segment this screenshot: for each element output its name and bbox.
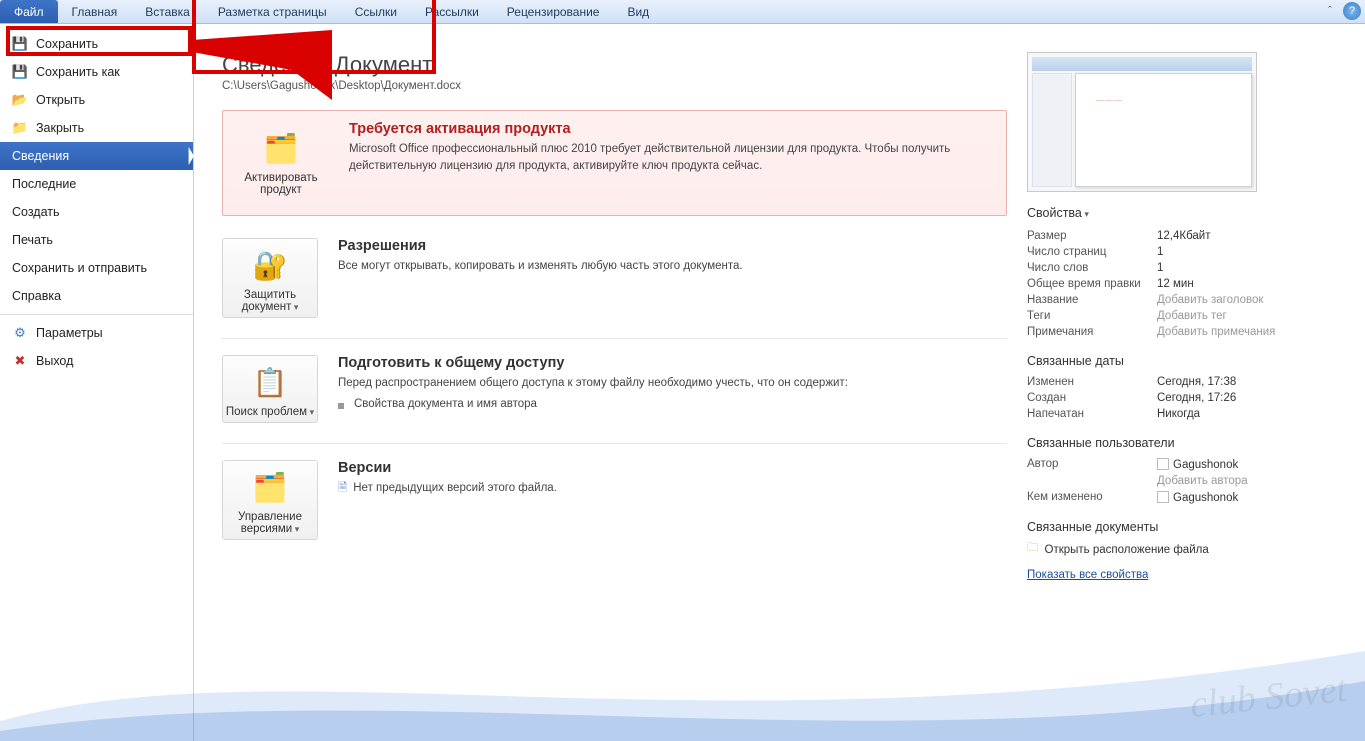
property-row[interactable]: НазваниеДобавить заголовок: [1027, 292, 1337, 308]
prepare-share-section: 📋 Поиск проблем Подготовить к общему дос…: [222, 339, 1007, 444]
activation-text: Microsoft Office профессиональный плюс 2…: [349, 141, 990, 174]
permissions-title: Разрешения: [338, 238, 1007, 254]
ribbon-tab-insert[interactable]: Вставка: [131, 0, 204, 23]
sidebar-item-print[interactable]: Печать: [0, 226, 193, 254]
sidebar-separator: [0, 314, 193, 315]
related-docs-header: Связанные документы: [1027, 520, 1337, 534]
open-file-location-link[interactable]: 🗀Открыть расположение файла: [1027, 540, 1337, 559]
ribbon-tab-home[interactable]: Главная: [58, 0, 132, 23]
save-icon: 💾: [12, 36, 28, 52]
folder-icon: 🗀: [1027, 540, 1039, 559]
sidebar-item-label: Открыть: [36, 93, 85, 107]
permissions-text: Все могут открывать, копировать и изменя…: [338, 258, 1007, 275]
date-row: СозданСегодня, 17:26: [1027, 390, 1337, 406]
activate-icon: 🗂️: [261, 128, 301, 168]
property-row[interactable]: ПримечанияДобавить примечания: [1027, 324, 1337, 340]
property-row[interactable]: ТегиДобавить тег: [1027, 308, 1337, 324]
ribbon-tab-references[interactable]: Ссылки: [341, 0, 411, 23]
changed-by-row: Кем изменено Gagushonok: [1027, 489, 1337, 506]
versions-text: 🗎Нет предыдущих версий этого файла.: [338, 480, 1007, 497]
person-icon: [1157, 458, 1169, 470]
bullet-icon: [338, 403, 344, 409]
sidebar-item-label: Сохранить и отправить: [12, 261, 147, 275]
sidebar-item-label: Сведения: [12, 149, 69, 163]
sidebar-item-open[interactable]: 📂 Открыть: [0, 86, 193, 114]
person-icon: [1157, 491, 1169, 503]
property-row: Общее время правки12 мин: [1027, 276, 1337, 292]
versions-icon: 🗂️: [250, 467, 290, 507]
sidebar-item-info[interactable]: Сведения: [0, 142, 193, 170]
share-text: Перед распространением общего доступа к …: [338, 375, 1007, 392]
sidebar-item-label: Сохранить как: [36, 65, 120, 79]
page-title: Сведения: Документ: [222, 52, 1007, 78]
share-title: Подготовить к общему доступу: [338, 355, 1007, 371]
date-row: НапечатанНикогда: [1027, 406, 1337, 422]
properties-dropdown[interactable]: Свойства: [1027, 206, 1337, 220]
sidebar-item-label: Создать: [12, 205, 60, 219]
document-icon: 🗎: [338, 482, 347, 494]
sidebar-item-recent[interactable]: Последние: [0, 170, 193, 198]
sidebar-item-options[interactable]: ⚙ Параметры: [0, 319, 193, 347]
versions-section: 🗂️ Управление версиями Версии 🗎Нет преды…: [222, 444, 1007, 560]
inspect-icon: 📋: [250, 362, 290, 402]
activation-title: Требуется активация продукта: [349, 121, 990, 137]
sidebar-item-label: Справка: [12, 289, 61, 303]
sidebar-item-saveas[interactable]: 💾 Сохранить как: [0, 58, 193, 86]
sidebar-item-label: Сохранить: [36, 37, 98, 51]
button-label: Защитить документ: [225, 289, 315, 313]
check-issues-button[interactable]: 📋 Поиск проблем: [222, 355, 318, 423]
activate-product-button[interactable]: 🗂️ Активировать продукт: [233, 121, 329, 201]
sidebar-item-close[interactable]: 📁 Закрыть: [0, 114, 193, 142]
related-dates-header: Связанные даты: [1027, 354, 1337, 368]
document-thumbnail[interactable]: [1027, 52, 1257, 192]
sidebar-item-label: Печать: [12, 233, 53, 247]
property-row: Число слов1: [1027, 260, 1337, 276]
manage-versions-button[interactable]: 🗂️ Управление версиями: [222, 460, 318, 540]
ribbon-tab-review[interactable]: Рецензирование: [493, 0, 614, 23]
related-people-header: Связанные пользователи: [1027, 436, 1337, 450]
minimize-ribbon-icon[interactable]: ˆ: [1321, 2, 1339, 20]
add-author-row[interactable]: Добавить автора: [1027, 473, 1337, 489]
permissions-section: 🔐 Защитить документ Разрешения Все могут…: [222, 222, 1007, 339]
sidebar-item-exit[interactable]: ✖ Выход: [0, 347, 193, 375]
sidebar-item-label: Последние: [12, 177, 76, 191]
sidebar-item-help[interactable]: Справка: [0, 282, 193, 310]
button-label: Управление версиями: [225, 511, 315, 535]
backstage-sidebar: 💾 Сохранить 💾 Сохранить как 📂 Открыть 📁 Закр…: [0, 24, 194, 741]
help-icon[interactable]: ?: [1343, 2, 1361, 20]
open-icon: 📂: [12, 92, 28, 108]
close-icon: 📁: [12, 120, 28, 136]
backstage-view: 💾 Сохранить 💾 Сохранить как 📂 Открыть 📁 Закр…: [0, 24, 1365, 741]
ribbon-tab-view[interactable]: Вид: [613, 0, 663, 23]
date-row: ИзмененСегодня, 17:38: [1027, 374, 1337, 390]
properties-panel: Свойства Размер12,4КбайтЧисло страниц1Чи…: [1027, 52, 1337, 741]
ribbon-tab-pagelayout[interactable]: Разметка страницы: [204, 0, 341, 23]
sidebar-item-label: Параметры: [36, 326, 103, 340]
document-path: C:\Users\Gagushonok\Desktop\Документ.doc…: [222, 80, 1007, 92]
saveas-icon: 💾: [12, 64, 28, 80]
sidebar-item-saveandsend[interactable]: Сохранить и отправить: [0, 254, 193, 282]
property-row: Число страниц1: [1027, 244, 1337, 260]
lock-key-icon: 🔐: [250, 245, 290, 285]
activation-section: 🗂️ Активировать продукт Требуется актива…: [222, 110, 1007, 216]
show-all-properties-link[interactable]: Показать все свойства: [1027, 569, 1148, 581]
ribbon-tab-mailings[interactable]: Рассылки: [411, 0, 493, 23]
ribbon-tab-file[interactable]: Файл: [0, 0, 58, 23]
sidebar-item-save[interactable]: 💾 Сохранить: [0, 30, 193, 58]
protect-document-button[interactable]: 🔐 Защитить документ: [222, 238, 318, 318]
author-row: Автор Gagushonok: [1027, 456, 1337, 473]
sidebar-item-label: Выход: [36, 354, 73, 368]
options-icon: ⚙: [12, 325, 28, 341]
exit-icon: ✖: [12, 353, 28, 369]
property-row: Размер12,4Кбайт: [1027, 228, 1337, 244]
ribbon: Файл Главная Вставка Разметка страницы С…: [0, 0, 1365, 24]
versions-title: Версии: [338, 460, 1007, 476]
sidebar-item-label: Закрыть: [36, 121, 84, 135]
button-label: Активировать продукт: [236, 172, 326, 196]
sidebar-item-new[interactable]: Создать: [0, 198, 193, 226]
button-label: Поиск проблем: [225, 406, 315, 418]
share-bullet: Свойства документа и имя автора: [338, 398, 1007, 410]
info-panel: Сведения: Документ C:\Users\Gagushonok\D…: [194, 24, 1365, 741]
